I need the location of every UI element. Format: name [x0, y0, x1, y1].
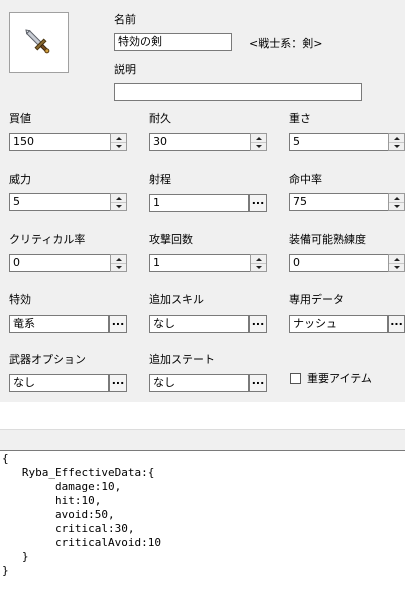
spin-down-icon[interactable] [389, 142, 404, 150]
toolbar-strip [0, 429, 405, 451]
power-input[interactable]: 5 [9, 193, 111, 211]
hit-rate-spinner[interactable] [388, 193, 405, 211]
mastery-spinner[interactable] [388, 254, 405, 272]
important-item-checkbox[interactable] [290, 373, 301, 384]
name-input[interactable]: 特効の剣 [114, 33, 232, 51]
attack-count-input[interactable]: 1 [149, 254, 251, 272]
mastery-input[interactable]: 0 [289, 254, 390, 272]
extra-skill-label: 追加スキル [149, 293, 204, 306]
weapon-option-input[interactable]: なし [9, 374, 109, 392]
weight-spinner[interactable] [388, 133, 405, 151]
weapon-type-text: <戦士系：剣> [249, 37, 323, 50]
exclusive-data-browse-button[interactable]: ... [388, 315, 405, 333]
price-input[interactable]: 150 [9, 133, 111, 151]
attack-count-spinner[interactable] [250, 254, 267, 272]
custom-parameter-text: { Ryba_EffectiveData:{ damage:10, hit:10… [2, 452, 161, 577]
spin-down-icon[interactable] [251, 142, 266, 150]
weapon-option-browse-button[interactable]: ... [109, 374, 127, 392]
critical-rate-input[interactable]: 0 [9, 254, 111, 272]
extra-state-input[interactable]: なし [149, 374, 249, 392]
hit-rate-label: 命中率 [289, 173, 322, 186]
effective-browse-button[interactable]: ... [109, 315, 127, 333]
name-label: 名前 [114, 13, 136, 26]
durability-label: 耐久 [149, 112, 171, 125]
critical-rate-spinner[interactable] [110, 254, 127, 272]
spin-down-icon[interactable] [389, 202, 404, 210]
effective-input[interactable]: 竜系 [9, 315, 109, 333]
weight-label: 重さ [289, 112, 311, 125]
spin-down-icon[interactable] [111, 263, 126, 271]
attack-count-label: 攻撃回数 [149, 233, 193, 246]
item-icon-preview[interactable] [9, 12, 69, 73]
exclusive-data-label: 専用データ [289, 293, 344, 306]
extra-state-label: 追加ステート [149, 353, 215, 366]
exclusive-data-input[interactable]: ナッシュ [289, 315, 388, 333]
spin-down-icon[interactable] [111, 202, 126, 210]
extra-state-browse-button[interactable]: ... [249, 374, 267, 392]
important-item-label: 重要アイテム [307, 372, 372, 385]
description-input[interactable] [114, 83, 362, 101]
mastery-label: 装備可能熟練度 [289, 233, 366, 246]
range-label: 射程 [149, 173, 171, 186]
hit-rate-input[interactable]: 75 [289, 193, 390, 211]
extra-skill-input[interactable]: なし [149, 315, 249, 333]
durability-input[interactable]: 30 [149, 133, 251, 151]
sword-icon [25, 29, 50, 54]
power-label: 威力 [9, 173, 31, 186]
price-spinner[interactable] [110, 133, 127, 151]
range-input[interactable]: 1 [149, 194, 249, 212]
spin-down-icon[interactable] [111, 142, 126, 150]
extra-skill-browse-button[interactable]: ... [249, 315, 267, 333]
durability-spinner[interactable] [250, 133, 267, 151]
empty-panel [0, 402, 405, 429]
description-label: 説明 [114, 63, 136, 76]
spin-down-icon[interactable] [251, 263, 266, 271]
range-browse-button[interactable]: ... [249, 194, 267, 212]
power-spinner[interactable] [110, 193, 127, 211]
custom-parameter-editor[interactable]: { Ryba_EffectiveData:{ damage:10, hit:10… [0, 450, 405, 599]
price-label: 買値 [9, 112, 31, 125]
weapon-option-label: 武器オプション [9, 353, 86, 366]
effective-label: 特効 [9, 293, 31, 306]
weight-input[interactable]: 5 [289, 133, 390, 151]
critical-rate-label: クリティカル率 [9, 233, 86, 246]
spin-down-icon[interactable] [389, 263, 404, 271]
